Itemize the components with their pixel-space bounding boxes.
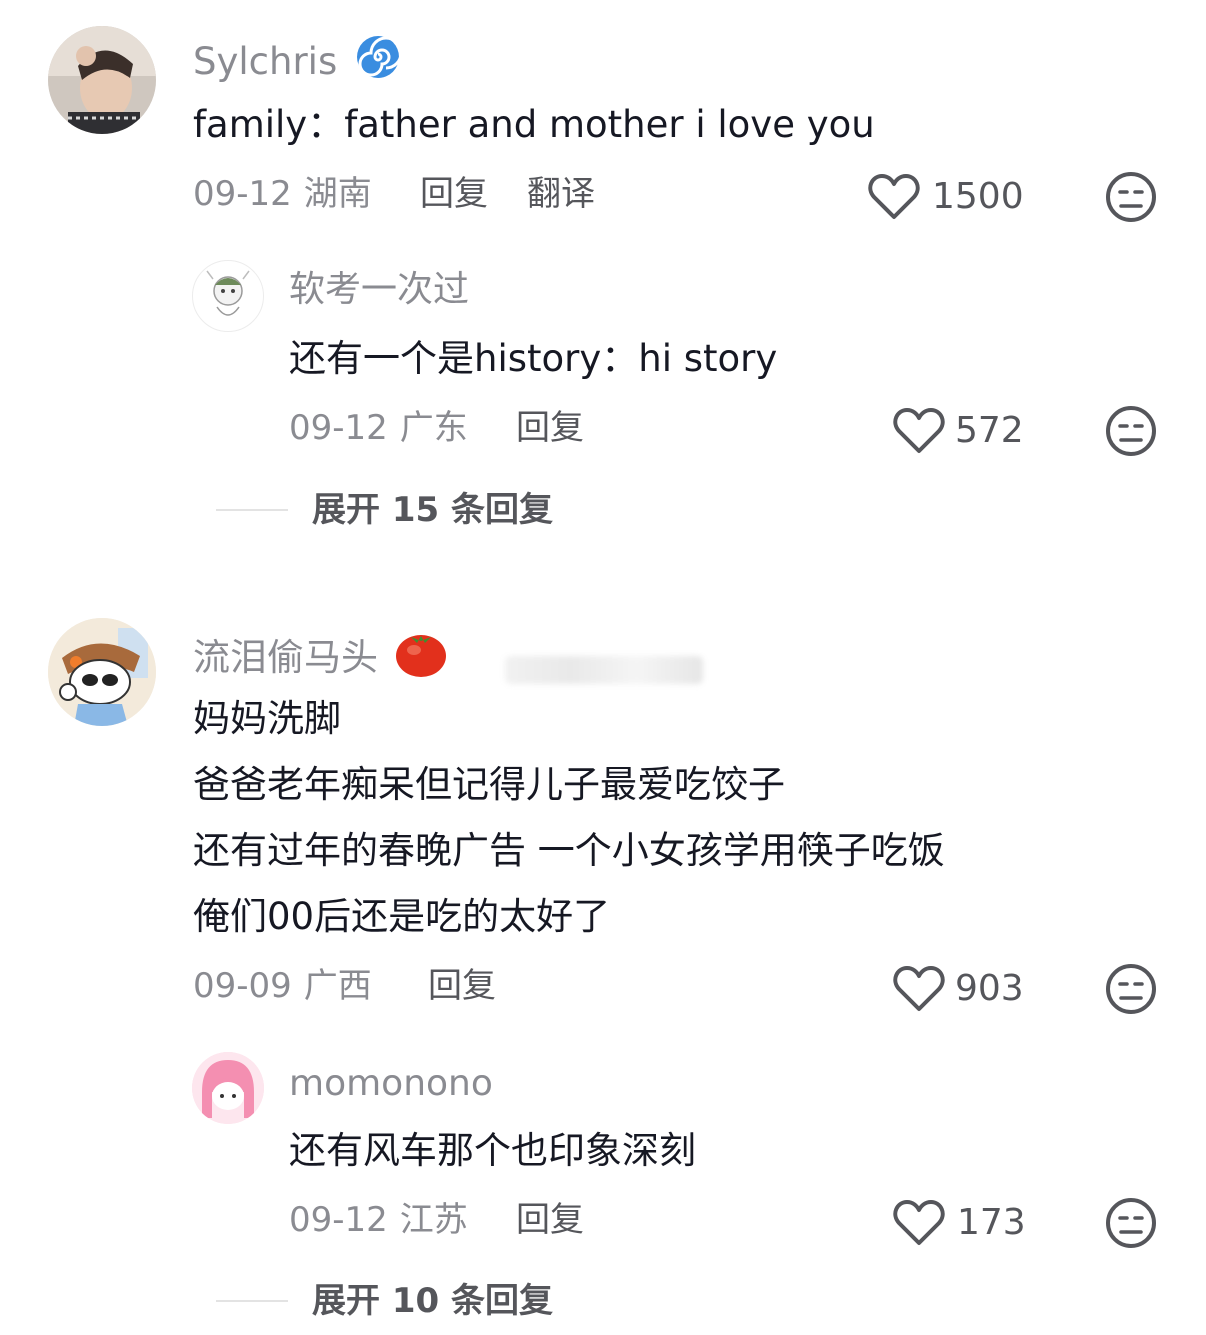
translate-button[interactable]: 翻译 (527, 172, 595, 216)
comment-date: 09-09 (193, 966, 292, 1006)
like-button[interactable]: 1500 (868, 170, 1024, 224)
comment-text-line: 俺们00后还是吃的太好了 (193, 895, 611, 938)
like-count: 903 (955, 968, 1024, 1009)
reply-button[interactable]: 回复 (428, 964, 496, 1008)
meh-face-icon (1105, 964, 1157, 1019)
comment-text-line: 还有过年的春晚广告 一个小女孩学用筷子吃饭 (193, 829, 945, 872)
username[interactable]: Sylchris (193, 40, 337, 83)
heart-outline-icon (893, 1199, 945, 1247)
like-count: 1500 (932, 176, 1024, 217)
heart-outline-icon (893, 965, 945, 1013)
expand-divider (216, 509, 288, 511)
heart-outline-icon (893, 407, 945, 455)
expand-replies-button[interactable]: 展开 15 条回复 (312, 488, 553, 532)
tomato-badge-icon (394, 628, 448, 688)
reply-text: 还有风车那个也印象深刻 (289, 1129, 696, 1172)
comment-date: 09-12 (193, 174, 292, 214)
reply-text: 还有一个是history：hi story (289, 337, 778, 380)
reply-button[interactable]: 回复 (516, 1198, 584, 1242)
comment-location: 湖南 (303, 174, 372, 214)
heart-outline-icon (868, 173, 920, 221)
avatar[interactable] (48, 26, 156, 134)
dislike-button[interactable] (1105, 171, 1157, 227)
reply-avatar[interactable] (192, 260, 264, 332)
like-count: 173 (957, 1202, 1026, 1243)
reply-username[interactable]: 软考一次过 (289, 268, 469, 312)
like-count: 572 (955, 410, 1024, 451)
meh-face-icon (1105, 1198, 1157, 1253)
reply-location: 江苏 (399, 1200, 468, 1240)
dislike-button[interactable] (1105, 963, 1157, 1019)
reply-date: 09-12 (289, 408, 388, 448)
expand-divider (216, 1300, 288, 1302)
username[interactable]: 流泪偷马头 (193, 636, 378, 679)
spiral-badge-icon (355, 34, 403, 90)
comment-text-line: 妈妈洗脚 (193, 697, 341, 740)
like-button[interactable]: 173 (893, 1196, 1026, 1250)
like-button[interactable]: 572 (893, 404, 1024, 458)
avatar[interactable] (48, 618, 156, 726)
comment-text: family：father and mother i love you (193, 103, 875, 146)
reply-date: 09-12 (289, 1200, 388, 1240)
reply-location: 广东 (399, 408, 468, 448)
reply-username[interactable]: momonono (289, 1062, 493, 1106)
comment-location: 广西 (303, 966, 372, 1006)
like-button[interactable]: 903 (893, 962, 1024, 1016)
reply-button[interactable]: 回复 (420, 172, 488, 216)
reply-avatar[interactable] (192, 1052, 264, 1124)
dislike-button[interactable] (1105, 1197, 1157, 1253)
reply-button[interactable]: 回复 (516, 406, 584, 450)
comment-text-line: 爸爸老年痴呆但记得儿子最爱吃饺子 (193, 763, 785, 806)
meh-face-icon (1105, 406, 1157, 461)
blurred-tag (505, 656, 703, 684)
expand-replies-button[interactable]: 展开 10 条回复 (312, 1279, 553, 1323)
dislike-button[interactable] (1105, 405, 1157, 461)
meh-face-icon (1105, 172, 1157, 227)
